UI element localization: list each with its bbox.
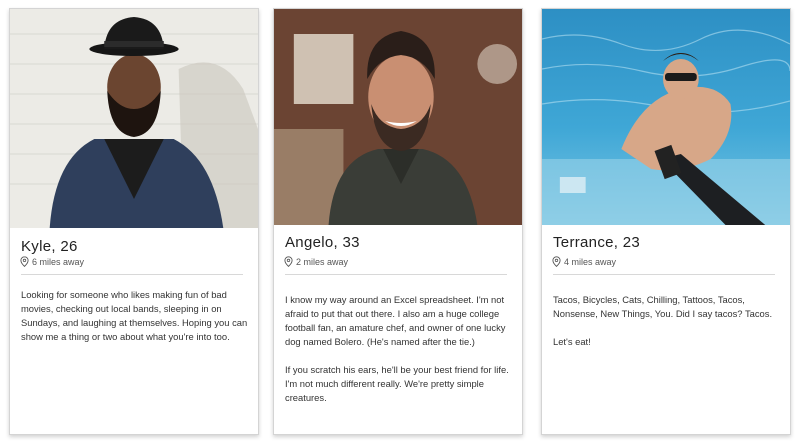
distance-label: 4 miles away <box>564 256 617 267</box>
divider <box>553 274 775 275</box>
profile-card-terrance[interactable]: Terrance, 23 4 miles away Tacos, Bicycle… <box>541 8 791 435</box>
divider <box>21 274 243 275</box>
profile-bio: Tacos, Bicycles, Cats, Chilling, Tattoos… <box>553 293 782 363</box>
profile-bio: Looking for someone who likes making fun… <box>21 288 250 358</box>
distance-label: 6 miles away <box>32 256 85 267</box>
location-pin-icon <box>552 256 561 267</box>
profile-card-kyle[interactable]: Kyle, 26 6 miles away Looking for someon… <box>9 8 259 435</box>
bio-paragraph: Tacos, Bicycles, Cats, Chilling, Tattoos… <box>553 294 773 319</box>
bio-paragraph: I know my way around an Excel spreadshee… <box>285 294 506 347</box>
profile-name-age: Terrance, 23 <box>553 234 640 251</box>
profile-name-age: Kyle, 26 <box>21 238 78 255</box>
profile-photo <box>274 9 522 225</box>
distance-label: 2 miles away <box>296 256 349 267</box>
profile-distance: 2 miles away <box>284 256 348 267</box>
profile-photo <box>542 9 790 225</box>
profile-photo <box>10 9 258 228</box>
location-pin-icon <box>20 256 29 267</box>
bio-paragraph: Let's eat! <box>553 336 591 347</box>
bio-paragraph: Looking for someone who likes making fun… <box>21 289 248 342</box>
profile-distance: 4 miles away <box>552 256 616 267</box>
profile-bio: I know my way around an Excel spreadshee… <box>285 293 514 419</box>
bio-paragraph: If you scratch his ears, he'll be your b… <box>285 364 509 403</box>
profile-name-age: Angelo, 33 <box>285 234 360 251</box>
divider <box>285 274 507 275</box>
location-pin-icon <box>284 256 293 267</box>
profile-distance: 6 miles away <box>20 256 84 267</box>
profile-card-angelo[interactable]: Angelo, 33 2 miles away I know my way ar… <box>273 8 523 435</box>
